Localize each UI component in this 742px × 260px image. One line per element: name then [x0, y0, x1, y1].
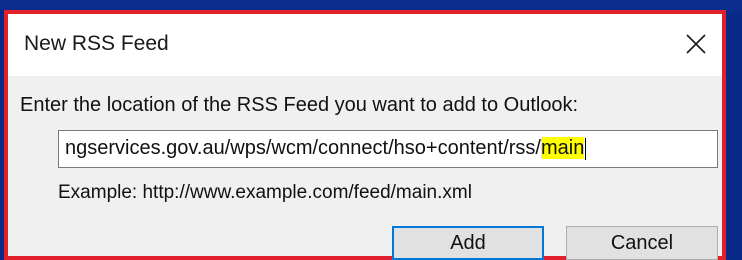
example-text: Example: http://www.example.com/feed/mai…: [58, 182, 472, 203]
feed-location-label: Enter the location of the RSS Feed you w…: [20, 94, 579, 116]
new-rss-feed-dialog: New RSS Feed Enter the location of the R…: [4, 10, 726, 260]
close-icon: [686, 34, 706, 54]
feed-url-selected-text: main: [540, 137, 585, 159]
dialog-title: New RSS Feed: [24, 32, 169, 55]
close-button[interactable]: [674, 22, 718, 66]
dialog-titlebar: New RSS Feed: [8, 14, 722, 76]
background-strip: [0, 0, 742, 10]
feed-url-input[interactable]: ngservices.gov.au/wps/wcm/connect/hso+co…: [58, 130, 718, 168]
text-caret: [585, 137, 587, 160]
feed-url-prefix: ngservices.gov.au/wps/wcm/connect/hso+co…: [65, 137, 541, 159]
cancel-button[interactable]: Cancel: [566, 226, 718, 260]
add-button[interactable]: Add: [392, 226, 544, 260]
feed-url-value: ngservices.gov.au/wps/wcm/connect/hso+co…: [65, 137, 587, 160]
